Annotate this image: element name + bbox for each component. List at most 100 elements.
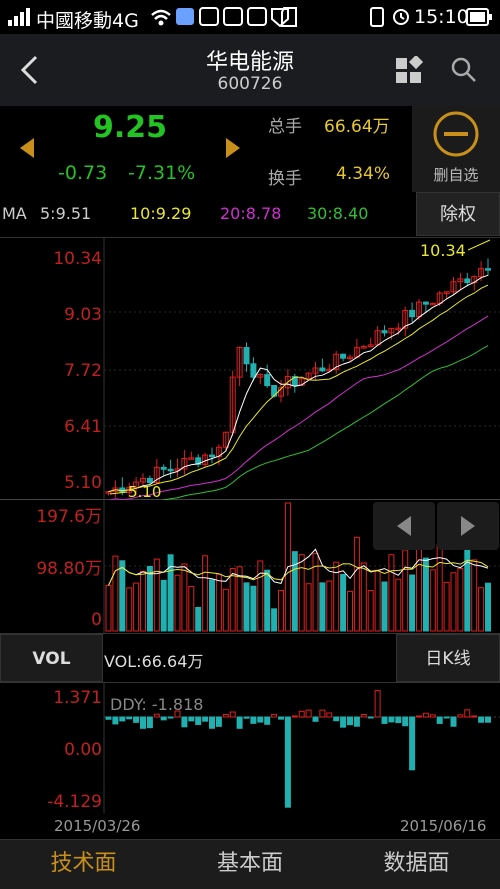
volume-bar <box>416 539 422 632</box>
ddy-bar <box>271 713 278 718</box>
adjust-button[interactable]: 除权 <box>416 192 500 236</box>
candlestick <box>243 342 250 372</box>
stock-code: 600726 <box>217 74 283 94</box>
ddy-bar <box>388 716 395 723</box>
ddy-chart[interactable]: 1.371 0.00 -4.129 DDY: -1.818 <box>0 683 500 813</box>
tab-fundamental[interactable]: 基本面 <box>167 840 333 889</box>
volume-chart[interactable]: 197.6万 98.80万 0 <box>0 500 500 633</box>
volume-bar <box>126 587 133 632</box>
volume-bar <box>153 558 160 632</box>
turnover-value: 4.34% <box>336 164 391 184</box>
candlestick <box>367 337 374 348</box>
grid-menu-icon[interactable] <box>394 56 424 86</box>
sd-card-icon <box>281 7 297 27</box>
scroll-right-button[interactable] <box>437 502 499 550</box>
ddy-bar <box>312 716 319 722</box>
ma-bar: MA 5:9.51 10:9.29 20:8.78 30:8.40 除权 <box>0 192 500 238</box>
volume-value: VOL:66.64万 <box>104 652 204 671</box>
volume-bar <box>374 569 381 632</box>
ddy-value: DDY: -1.818 <box>110 695 203 714</box>
candlestick <box>360 344 367 349</box>
volume-bar <box>119 560 126 632</box>
ddy-bar <box>140 716 146 729</box>
ddy-bar <box>181 716 188 728</box>
period-select-button[interactable]: 日K线 <box>396 634 500 682</box>
volume-bar <box>264 569 271 632</box>
bottom-nav: 技术面 基本面 数据面 <box>0 839 500 889</box>
ddy-bar <box>478 716 485 723</box>
ddy-bar <box>243 716 250 719</box>
volume-bar <box>209 579 215 632</box>
tab-data[interactable]: 数据面 <box>333 840 500 889</box>
volume-bar <box>105 584 112 632</box>
indicator-select-button[interactable]: VOL <box>0 634 103 682</box>
ma-line-5 <box>108 274 489 493</box>
ddy-bar <box>402 716 409 727</box>
ddy-bar <box>126 716 133 720</box>
ddy-bar <box>319 709 326 718</box>
total-volume-value: 66.64万 <box>324 117 390 137</box>
ddy-bar <box>222 713 229 718</box>
remove-watchlist-button[interactable]: 删自选 <box>412 106 500 192</box>
candlestick <box>250 357 257 382</box>
tab-technical[interactable]: 技术面 <box>0 840 167 889</box>
ddy-bar <box>133 716 140 723</box>
candlestick <box>236 346 243 386</box>
ddy-bar <box>291 715 298 718</box>
candlestick <box>457 272 464 290</box>
candlestick <box>409 302 416 323</box>
volume-bar <box>229 568 236 632</box>
ddy-bar <box>257 716 264 723</box>
candlestick <box>402 306 409 337</box>
candlestick <box>422 301 429 313</box>
end-date: 2015/06/16 <box>400 817 487 835</box>
high-marker: 10.34 <box>420 241 466 260</box>
volume-bar <box>215 573 222 632</box>
app-header: 华电能源 600726 <box>0 34 500 106</box>
ddy-bar <box>347 716 353 726</box>
ddy-bar <box>305 709 312 718</box>
ma20-value: 20:8.78 <box>220 204 282 223</box>
volume-bar <box>360 562 367 632</box>
next-stock-icon[interactable] <box>224 136 242 160</box>
candlestick <box>195 454 202 468</box>
volume-bar <box>278 590 284 632</box>
volume-bar <box>450 572 457 632</box>
candlestick-chart[interactable]: 10.34 9.03 7.72 6.41 5.10 10.34 5.10 <box>0 238 500 511</box>
volume-bar <box>353 536 360 632</box>
ddy-bar <box>326 712 333 718</box>
ma-line-20 <box>108 315 489 502</box>
volume-bar <box>188 585 195 632</box>
clock-text: 15:10 <box>414 6 469 28</box>
candlestick <box>381 325 388 337</box>
carrier-text: 中國移動4G <box>36 10 139 32</box>
volume-bar <box>422 557 429 632</box>
ddy-bar <box>443 716 450 719</box>
quote-panel: 9.25 -0.73 -7.31% 总手 66.64万 换手 4.34% 删自选 <box>0 106 500 192</box>
volume-bar <box>429 569 436 632</box>
scroll-left-button[interactable] <box>373 502 435 550</box>
ddy-axis-label: 1.371 <box>53 688 102 708</box>
candlestick <box>160 464 167 477</box>
volume-bar <box>174 574 181 632</box>
candlestick <box>112 480 119 498</box>
ma-line-30 <box>108 345 489 511</box>
signal-icon <box>8 8 30 26</box>
start-date: 2015/03/26 <box>54 817 141 835</box>
volume-bar <box>133 582 140 632</box>
volume-bar <box>222 588 229 632</box>
back-icon[interactable] <box>18 54 42 86</box>
volume-bar <box>271 608 278 632</box>
stock-name: 华电能源 <box>205 50 294 75</box>
search-icon[interactable] <box>450 56 478 84</box>
ddy-bar <box>333 716 340 722</box>
volume-bar <box>402 549 409 632</box>
prev-stock-icon[interactable] <box>18 136 36 160</box>
ddy-bar <box>340 716 347 728</box>
ddy-bar <box>464 709 471 718</box>
volume-bar <box>326 580 333 632</box>
candlestick <box>429 302 436 306</box>
volume-bar <box>478 587 485 632</box>
ddy-bar <box>195 716 202 725</box>
volume-bar <box>395 578 402 632</box>
